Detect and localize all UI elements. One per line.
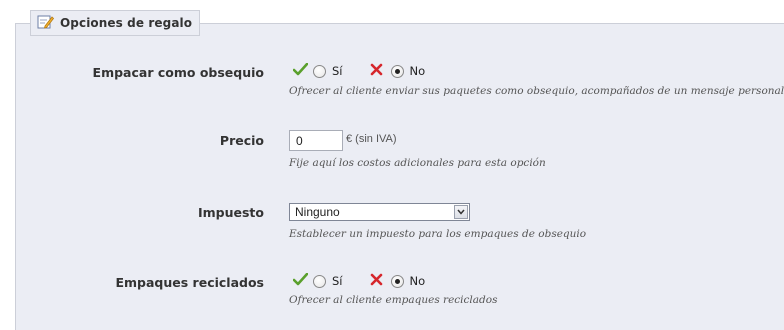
recycled-no-label: No — [409, 274, 426, 288]
tax-hint: Establecer un impuesto para los empaques… — [289, 228, 587, 240]
gift-wrap-yes-option[interactable]: Sí — [308, 64, 343, 78]
gift-wrap-yes-label: Sí — [332, 64, 343, 78]
gift-wrap-no-label: No — [409, 64, 426, 78]
check-icon — [292, 62, 309, 79]
gift-wrap-hint: Ofrecer al cliente enviar sus paquetes c… — [289, 85, 784, 97]
cross-icon — [370, 273, 383, 289]
recycled-radio-group: Sí No — [292, 272, 426, 290]
price-hint: Fije aquí los costos adicionales para es… — [289, 157, 546, 169]
price-input[interactable]: 0 — [289, 130, 343, 151]
recycled-label: Empaques reciclados — [115, 275, 264, 290]
recycled-yes-radio[interactable] — [313, 274, 326, 288]
tax-select-value: Ninguno — [295, 205, 340, 219]
edit-note-icon — [37, 14, 55, 32]
recycled-no-option[interactable]: No — [383, 274, 426, 288]
selected-dot — [394, 68, 400, 74]
tax-select[interactable]: Ninguno — [289, 203, 470, 221]
gift-wrap-no-radio[interactable] — [390, 64, 404, 78]
recycled-no-radio[interactable] — [390, 274, 404, 288]
recycled-yes-option[interactable]: Sí — [308, 274, 343, 288]
recycled-hint: Ofrecer al cliente empaques reciclados — [289, 294, 498, 306]
check-icon — [292, 272, 309, 289]
price-suffix: € (sin IVA) — [346, 133, 397, 145]
price-label: Precio — [219, 133, 264, 148]
gift-wrap-radio-group: Sí No — [292, 62, 426, 80]
tax-label: Impuesto — [197, 205, 264, 220]
section-title: Opciones de regalo — [60, 16, 193, 30]
cross-icon — [370, 63, 383, 79]
gift-wrap-label: Empacar como obsequio — [92, 65, 264, 80]
section-legend: Opciones de regalo — [30, 10, 201, 36]
recycled-yes-label: Sí — [332, 274, 343, 288]
chevron-down-icon[interactable] — [454, 205, 468, 219]
selected-dot — [394, 278, 400, 284]
gift-wrap-yes-radio[interactable] — [313, 64, 326, 78]
gift-wrap-no-option[interactable]: No — [383, 64, 426, 78]
